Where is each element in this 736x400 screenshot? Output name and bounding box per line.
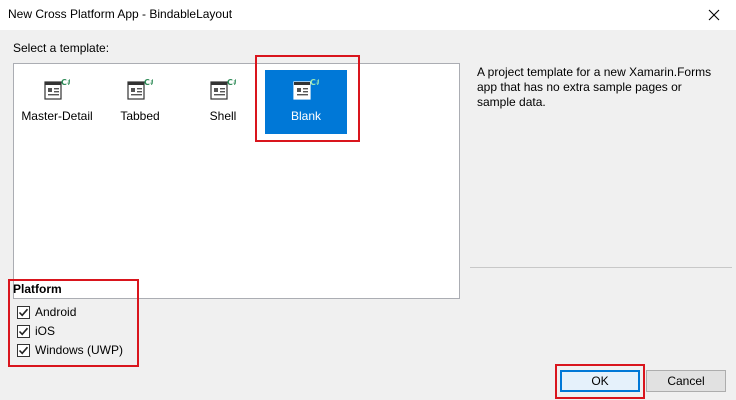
dialog-body: Select a template: C# Master-Detail bbox=[0, 30, 736, 400]
title-bar: New Cross Platform App - BindableLayout bbox=[0, 0, 736, 30]
template-label: Master-Detail bbox=[21, 109, 93, 123]
window-title: New Cross Platform App - BindableLayout bbox=[8, 7, 233, 21]
svg-text:C#: C# bbox=[310, 78, 319, 87]
template-shell[interactable]: C# Shell bbox=[182, 70, 264, 134]
checkmark-icon bbox=[18, 346, 29, 354]
close-icon bbox=[708, 9, 720, 21]
platform-label: Android bbox=[35, 305, 77, 319]
template-tabbed[interactable]: C# Tabbed bbox=[99, 70, 181, 134]
platform-uwp-checkbox[interactable]: Windows (UWP) bbox=[17, 343, 123, 357]
checkmark-icon bbox=[18, 327, 29, 335]
checkbox-icon bbox=[17, 343, 30, 357]
csharp-template-icon: C# bbox=[293, 78, 319, 100]
checkbox-icon bbox=[17, 324, 30, 338]
ok-button[interactable]: OK bbox=[560, 370, 640, 392]
close-button[interactable] bbox=[692, 0, 736, 30]
checkbox-icon bbox=[17, 305, 30, 319]
template-label: Shell bbox=[209, 109, 237, 123]
platform-heading: Platform bbox=[13, 282, 62, 296]
checkmark-icon bbox=[18, 308, 29, 316]
template-label: Blank bbox=[290, 109, 322, 123]
svg-text:C#: C# bbox=[144, 78, 153, 87]
csharp-template-icon: C# bbox=[44, 78, 70, 100]
csharp-template-icon: C# bbox=[127, 78, 153, 100]
select-template-label: Select a template: bbox=[13, 41, 110, 55]
template-list[interactable]: C# Master-Detail C# Tabbed bbox=[13, 63, 460, 299]
template-blank[interactable]: C# Blank bbox=[265, 70, 347, 134]
svg-text:C#: C# bbox=[61, 78, 70, 87]
platform-label: Windows (UWP) bbox=[35, 343, 124, 357]
template-label: Tabbed bbox=[120, 109, 160, 123]
platform-android-checkbox[interactable]: Android bbox=[17, 305, 76, 319]
platform-label: iOS bbox=[35, 324, 56, 338]
platform-ios-checkbox[interactable]: iOS bbox=[17, 324, 55, 338]
csharp-template-icon: C# bbox=[210, 78, 236, 100]
template-description: A project template for a new Xamarin.For… bbox=[477, 65, 712, 109]
template-master-detail[interactable]: C# Master-Detail bbox=[16, 70, 98, 134]
svg-text:C#: C# bbox=[227, 78, 236, 87]
description-divider bbox=[470, 267, 732, 268]
cancel-button[interactable]: Cancel bbox=[646, 370, 726, 392]
